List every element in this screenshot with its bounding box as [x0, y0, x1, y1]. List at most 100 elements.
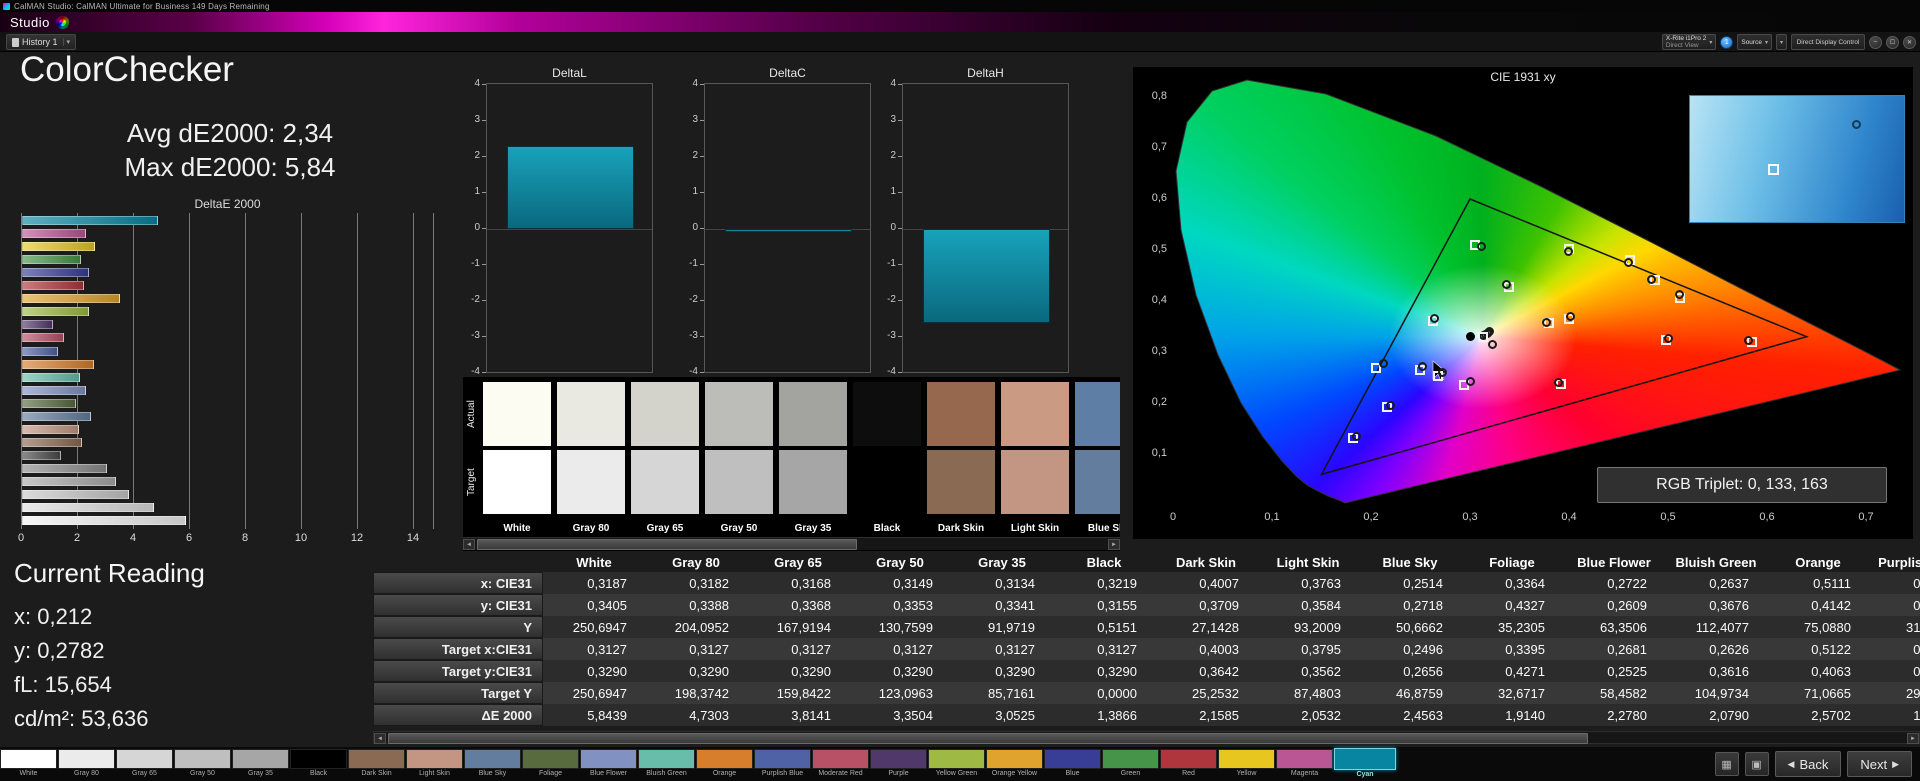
swatch-label: Black — [873, 523, 901, 534]
table-scrollbar[interactable] — [373, 731, 1920, 744]
scrollbar-thumb[interactable] — [388, 733, 1588, 744]
strip-patch-gray-65[interactable]: Gray 65 — [116, 747, 173, 780]
close-button[interactable]: ✕ — [1903, 35, 1916, 49]
axis-tick-label: 0 — [17, 532, 25, 544]
minimize-button[interactable]: – — [1869, 35, 1882, 49]
strip-patch-gray-80[interactable]: Gray 80 — [58, 747, 115, 780]
axis-tick-label: 8 — [241, 532, 249, 544]
fullscreen-icon[interactable]: ▣ — [1744, 752, 1769, 776]
axis-tick-label: -1 — [689, 258, 698, 270]
swatch-label-row: White Gray 80 Gray 65 Gray 50 Gray 35 Black Da… — [483, 518, 1120, 536]
meter-dropdown[interactable]: X-Rite i1Pro 2 Direct View — [1661, 34, 1717, 50]
table-row: Target x:CIE31 0,3127 0,3127 0,3127 0,3127 0,… — [373, 638, 1920, 660]
scrollbar-thumb[interactable] — [477, 539, 857, 550]
cie-measured-marker — [1378, 359, 1388, 369]
strip-patch-green[interactable]: Green — [1102, 747, 1159, 780]
next-button[interactable]: Next ▶ — [1847, 751, 1912, 777]
table-cell: 3,3504 — [849, 704, 951, 726]
swatch-compare-panel: Actual Target White Gray 80 Gray 65 Gray 50… — [463, 377, 1120, 551]
strip-patch-yellow-green[interactable]: Yellow Green — [928, 747, 985, 780]
table-cell: 2,1585 — [1155, 704, 1257, 726]
gridline — [357, 213, 358, 529]
patch-label: Gray 35 — [248, 770, 273, 777]
strip-patch-white[interactable]: White — [0, 747, 57, 780]
scroll-right-icon[interactable] — [1907, 733, 1919, 744]
chevron-down-icon[interactable] — [62, 38, 71, 46]
strip-patch-bluish-green[interactable]: Bluish Green — [638, 747, 695, 780]
table-cell: 0,2626 — [1665, 638, 1767, 660]
strip-patch-cyan[interactable]: Cyan — [1334, 747, 1396, 780]
table-cell: 0,3709 — [1155, 594, 1257, 616]
strip-patch-gray-35[interactable]: Gray 35 — [232, 747, 289, 780]
column-header: Blue Flower — [1577, 554, 1651, 570]
gridline — [301, 213, 302, 529]
display-control-label: Direct Display Control — [1796, 38, 1860, 46]
strip-patch-foliage[interactable]: Foliage — [522, 747, 579, 780]
meter-name: X-Rite i1Pro 2 — [1665, 35, 1707, 42]
cie-measured-marker — [1466, 377, 1475, 387]
strip-patch-gray-50[interactable]: Gray 50 — [174, 747, 231, 780]
table-cell: 0,3290 — [543, 660, 645, 682]
table-cell: 0,4063 — [1767, 660, 1869, 682]
actual-swatch-gray-35 — [779, 382, 847, 446]
column-header: Bluish Green — [1675, 554, 1757, 570]
table-cell: 31,7004 — [1869, 616, 1920, 638]
window-titlebar[interactable]: CalMAN Studio: CalMAN Ultimate for Busin… — [0, 0, 1920, 12]
patch-label: Gray 50 — [190, 770, 215, 777]
strip-patch-blue[interactable]: Blue — [1044, 747, 1101, 780]
strip-patch-magenta[interactable]: Magenta — [1276, 747, 1333, 780]
axis-tick-label: 3 — [692, 113, 698, 125]
pattern-window-icon[interactable]: ▦ — [1714, 752, 1739, 776]
deltae-bar-bluish-green — [22, 372, 81, 382]
patch-label: Blue — [1065, 770, 1080, 777]
axis-tick-label: 1 — [692, 185, 698, 197]
swatch-label: Gray 35 — [794, 523, 832, 534]
column-header: Blue Sky — [1382, 554, 1438, 570]
strip-patch-purplish-blue[interactable]: Purplish Blue — [754, 747, 811, 780]
pattern-dropdown[interactable] — [1775, 34, 1787, 50]
tick-mark — [700, 191, 704, 193]
scroll-right-icon[interactable] — [1108, 539, 1120, 550]
maximize-button[interactable]: ☐ — [1886, 35, 1899, 49]
axis-tick-label: 1 — [890, 185, 896, 197]
patch-label: Blue Sky — [478, 770, 507, 777]
deltae-bar-red — [22, 281, 84, 291]
patch-label: Light Skin — [419, 770, 450, 777]
connection-status-badge[interactable]: 1 — [1720, 35, 1734, 49]
cie-measured-marker — [1564, 247, 1573, 257]
scroll-left-icon[interactable] — [374, 733, 386, 744]
strip-patch-moderate-red[interactable]: Moderate Red — [812, 747, 869, 780]
back-button[interactable]: ◀ Back — [1774, 751, 1842, 777]
scroll-left-icon[interactable] — [463, 539, 475, 550]
tab-history-1[interactable]: History 1 — [6, 34, 77, 50]
swatch-scrollbar[interactable] — [463, 537, 1120, 550]
strip-patch-black[interactable]: Black — [290, 747, 347, 780]
inset-target-marker — [1768, 164, 1779, 175]
actual-row — [483, 382, 1120, 446]
patch-color — [348, 749, 405, 769]
patch-color — [232, 749, 289, 769]
deltae-bar-blue-flower — [22, 385, 86, 395]
strip-patch-purple[interactable]: Purple — [870, 747, 927, 780]
swatch-label: Gray 80 — [572, 523, 610, 534]
patch-label: Purplish Blue — [761, 770, 804, 777]
display-control-dropdown[interactable]: Direct Display Control — [1791, 34, 1865, 50]
gridline — [133, 213, 134, 529]
strip-patch-red[interactable]: Red — [1160, 747, 1217, 780]
strip-patch-orange[interactable]: Orange — [696, 747, 753, 780]
axis-tick-label: 0 — [1169, 511, 1177, 523]
table-cell: 2,0532 — [1257, 704, 1359, 726]
patch-label: Bluish Green — [646, 770, 687, 777]
source-dropdown[interactable]: Source — [1737, 34, 1772, 50]
tick-mark — [898, 119, 902, 121]
strip-patch-yellow[interactable]: Yellow — [1218, 747, 1275, 780]
cie-zoom-inset — [1689, 95, 1905, 223]
strip-patch-blue-flower[interactable]: Blue Flower — [580, 747, 637, 780]
cie-measured-marker — [1624, 257, 1634, 267]
patch-color — [290, 749, 347, 769]
strip-patch-light-skin[interactable]: Light Skin — [406, 747, 463, 780]
strip-patch-orange-yellow[interactable]: Orange Yellow — [986, 747, 1043, 780]
patch-label: Blue Flower — [590, 770, 627, 777]
strip-patch-blue-sky[interactable]: Blue Sky — [464, 747, 521, 780]
strip-patch-dark-skin[interactable]: Dark Skin — [348, 747, 405, 780]
